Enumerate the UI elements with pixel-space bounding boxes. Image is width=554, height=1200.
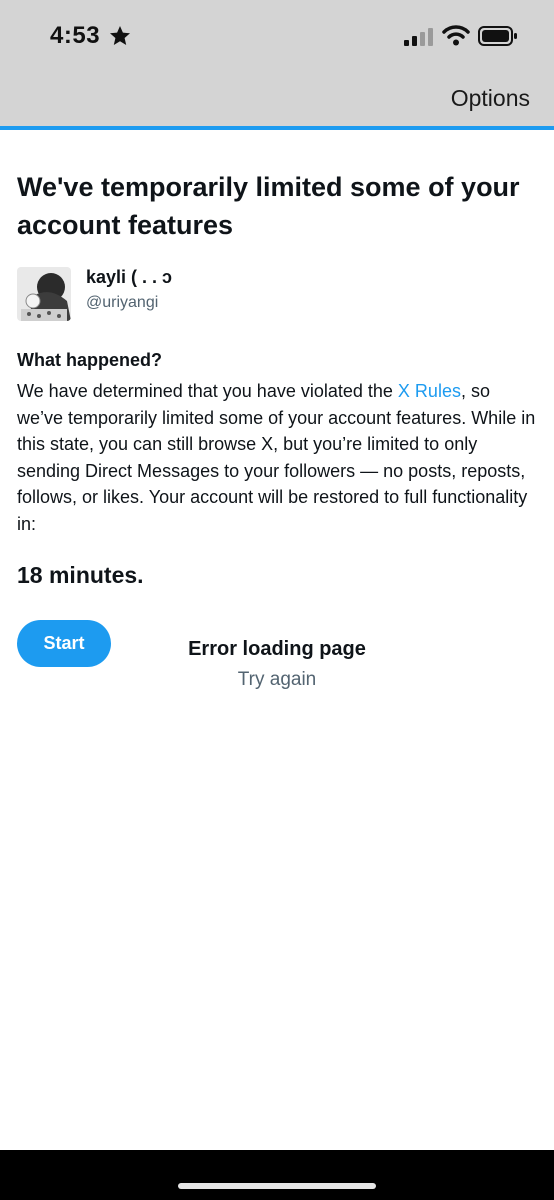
x-rules-link[interactable]: X Rules — [398, 381, 461, 401]
star-icon — [108, 24, 132, 48]
start-button[interactable]: Start — [17, 620, 111, 667]
status-time: 4:53 — [50, 22, 101, 49]
explanation-text-end: , so we’ve temporarily limited some of y… — [17, 381, 536, 534]
battery-icon — [478, 26, 518, 46]
restriction-countdown: 18 minutes. — [17, 562, 144, 588]
explanation-text: We have determined that you have violate… — [17, 378, 537, 537]
wifi-icon — [442, 24, 470, 46]
try-again-link[interactable]: Try again — [152, 669, 402, 691]
options-link[interactable]: Options — [451, 85, 530, 112]
bottom-bar — [0, 1150, 554, 1200]
explanation-text-start: We have determined that you have violate… — [17, 381, 398, 401]
header-divider — [0, 126, 554, 130]
cellular-signal-icon — [404, 28, 434, 46]
what-happened-heading: What happened? — [17, 350, 162, 370]
avatar — [17, 267, 71, 321]
page-title: We've temporarily limited some of your a… — [17, 172, 520, 240]
status-bar: 4:53 — [0, 0, 554, 72]
home-indicator[interactable] — [178, 1183, 376, 1189]
error-loading-title: Error loading page — [188, 638, 366, 660]
top-area: 4:53 Options — [0, 0, 554, 128]
user-handle: @uriyangi — [86, 294, 159, 311]
user-display-name: kayli ( . . ɔ — [86, 267, 173, 287]
